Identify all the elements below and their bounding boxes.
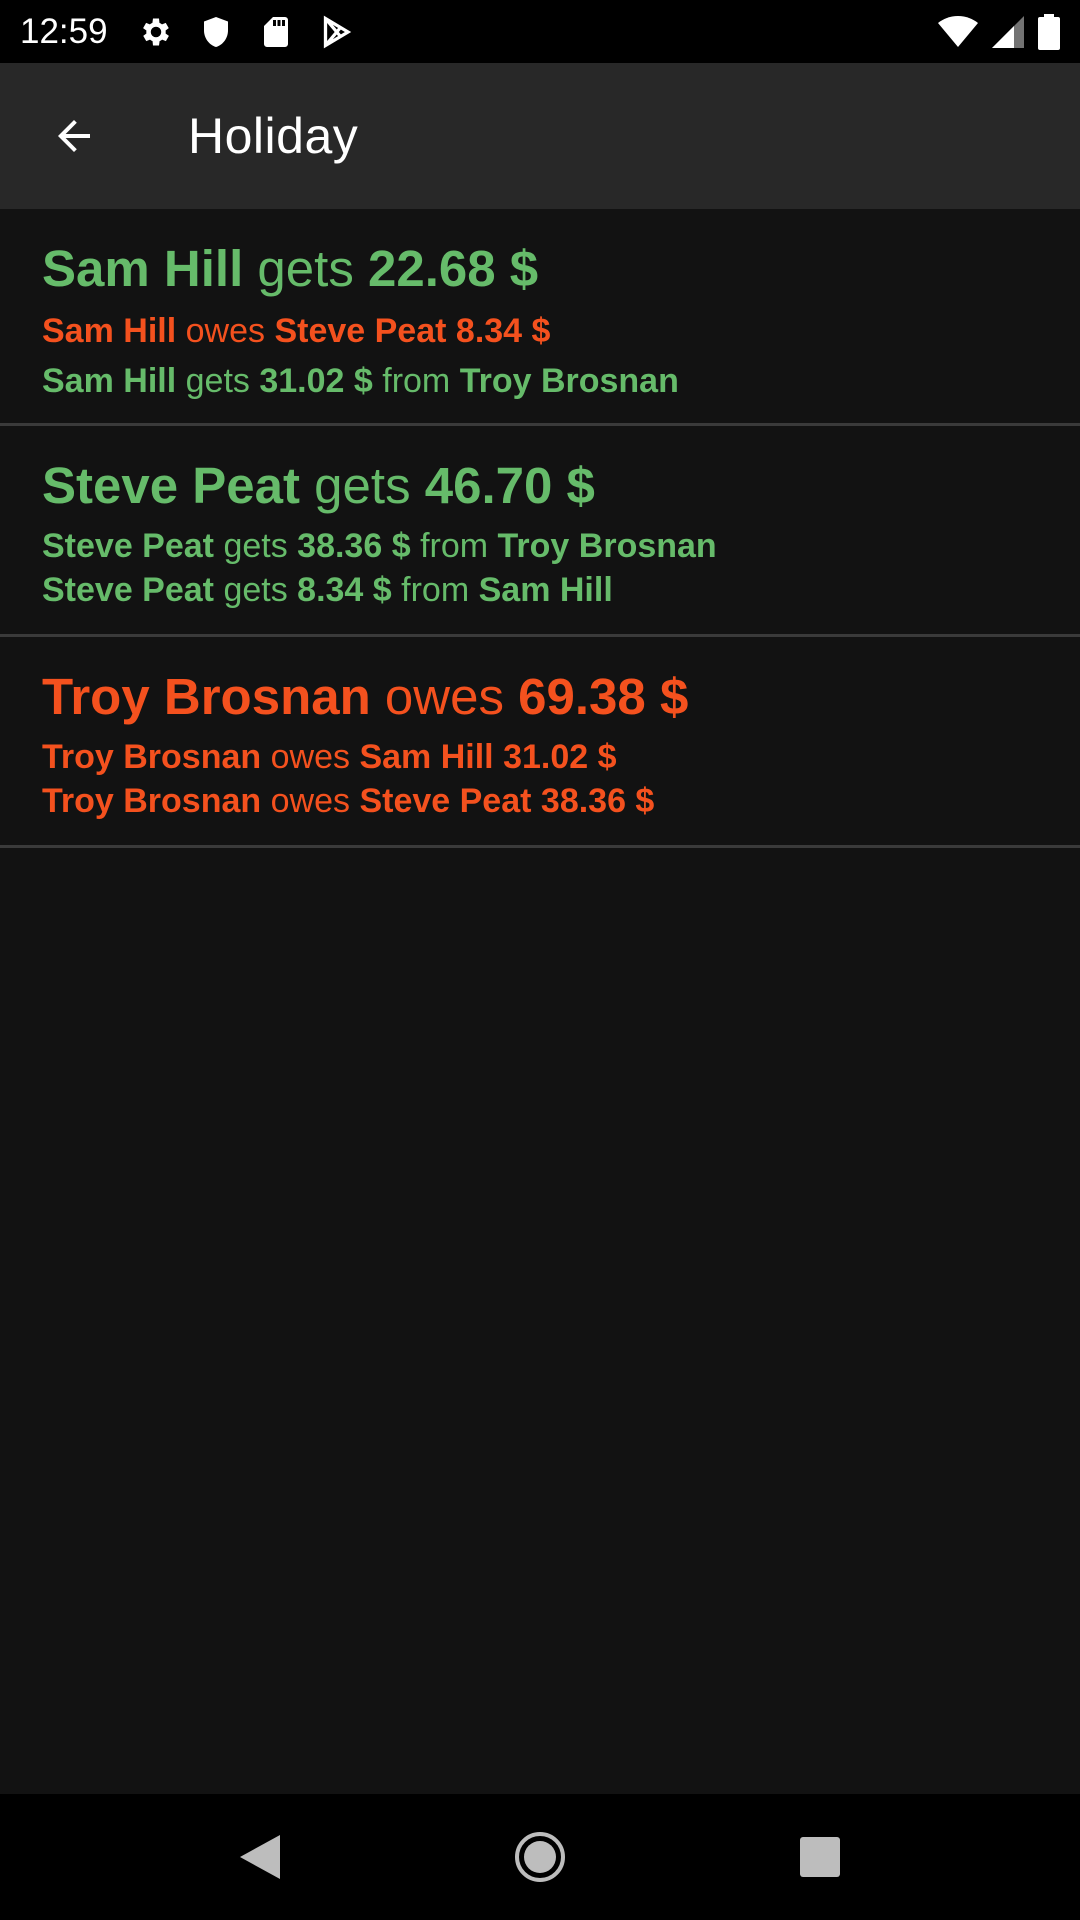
balance-list: Sam Hill gets 22.68 $ Sam Hill owes Stev… [0,209,1080,848]
counterparty-name: Troy Brosnan [497,527,717,565]
sd-card-icon [258,14,294,50]
person-name: Troy Brosnan [42,738,262,776]
from-word: from [401,571,470,609]
debt-detail: Troy Brosnan owes Sam Hill 31.02 $ [42,735,1038,779]
counterparty-name: Troy Brosnan [459,362,679,400]
debt-detail: Steve Peat gets 8.34 $ from Sam Hill [42,568,1038,612]
debt-verb: gets [223,527,288,565]
from-word: from [382,362,451,400]
page-title: Holiday [188,108,359,164]
from-word: from [420,527,489,565]
balance-amount: 22.68 $ [368,240,539,297]
status-system-icons [938,13,1060,50]
balance-summary: Steve Peat gets 46.70 $ [42,456,1038,516]
counterparty-name: Steve Peat [359,782,532,820]
person-name: Sam Hill [42,240,244,297]
battery-icon [1038,13,1060,50]
balance-card-steve-peat[interactable]: Steve Peat gets 46.70 $ Steve Peat gets … [0,426,1080,637]
debt-amount: 38.36 $ [540,782,655,820]
status-time: 12:59 [20,11,108,51]
debt-detail: Sam Hill owes Steve Peat 8.34 $ [42,309,1038,353]
status-notification-icons [138,14,354,50]
gear-icon [138,14,174,50]
counterparty-name: Sam Hill [478,571,613,609]
debt-verb: owes [185,312,265,350]
status-bar: 12:59 [0,0,1080,63]
debt-amount: 8.34 $ [455,312,551,350]
balance-card-sam-hill[interactable]: Sam Hill gets 22.68 $ Sam Hill owes Stev… [0,209,1080,426]
debt-verb: gets [223,571,288,609]
person-name: Steve Peat [42,527,214,565]
balance-amount: 46.70 $ [424,457,595,514]
nav-back-button[interactable] [210,1807,310,1907]
person-name: Steve Peat [42,457,300,514]
person-name: Sam Hill [42,312,177,350]
balance-summary: Troy Brosnan owes 69.38 $ [42,667,1038,727]
balance-verb: owes [384,668,504,725]
system-nav-bar [0,1794,1080,1920]
debt-verb: owes [270,782,350,820]
nav-recents-button[interactable] [770,1807,870,1907]
person-name: Steve Peat [42,571,214,609]
debt-amount: 31.02 $ [503,738,617,776]
counterparty-name: Sam Hill [359,738,494,776]
arrow-left-icon [58,120,90,152]
back-triangle-icon [240,1835,280,1879]
debt-detail: Steve Peat gets 38.36 $ from Troy Brosna… [42,524,1038,568]
back-button[interactable] [34,96,114,176]
debt-detail: Troy Brosnan owes Steve Peat 38.36 $ [42,779,1038,823]
balance-card-troy-brosnan[interactable]: Troy Brosnan owes 69.38 $ Troy Brosnan o… [0,637,1080,848]
debt-detail: Sam Hill gets 31.02 $ from Troy Brosnan [42,359,1038,403]
debt-amount: 31.02 $ [259,362,373,400]
balance-amount: 69.38 $ [518,668,689,725]
person-name: Sam Hill [42,362,177,400]
balance-summary: Sam Hill gets 22.68 $ [42,239,1038,299]
debt-amount: 8.34 $ [297,571,392,609]
counterparty-name: Steve Peat [274,312,447,350]
person-name: Troy Brosnan [42,782,262,820]
person-name: Troy Brosnan [42,668,371,725]
app-bar: Holiday [0,63,1080,209]
debt-verb: owes [270,738,350,776]
play-store-icon [318,14,354,50]
recents-square-icon [800,1837,840,1877]
debt-amount: 38.36 $ [297,527,411,565]
wifi-icon [938,15,978,48]
debt-verb: gets [185,362,250,400]
shield-icon [198,14,234,50]
nav-home-button[interactable] [490,1807,590,1907]
signal-icon [992,15,1024,48]
home-circle-icon [515,1832,565,1882]
balance-verb: gets [314,457,411,514]
balance-verb: gets [257,240,354,297]
